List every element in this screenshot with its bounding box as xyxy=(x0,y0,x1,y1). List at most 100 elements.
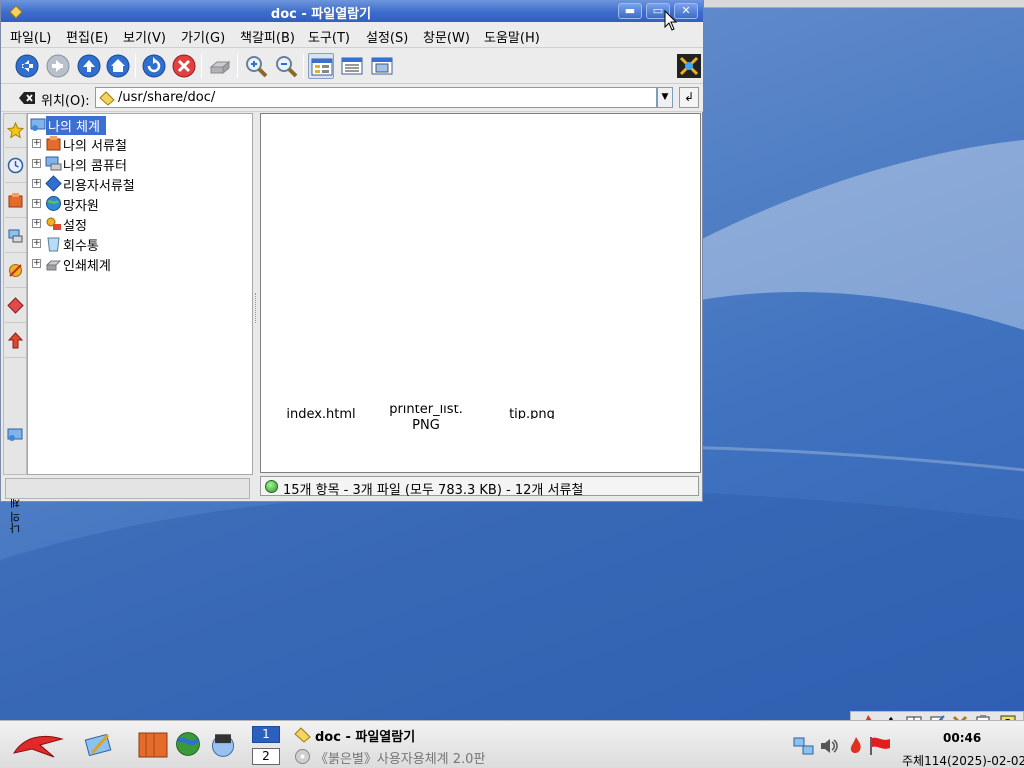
date: 주체114(2025)-02-02 xyxy=(902,754,1024,768)
start-menu-button[interactable] xyxy=(10,727,66,761)
minimize-button[interactable]: ▬ xyxy=(618,3,642,19)
disc-icon xyxy=(295,749,310,764)
go-button[interactable]: ↲ xyxy=(679,87,699,108)
clear-location-icon[interactable] xyxy=(18,90,36,106)
tree-item-label: 나의 서류철 xyxy=(63,139,127,154)
preview-icon[interactable] xyxy=(369,53,395,79)
tree-root-label: 나의 체계 xyxy=(46,116,106,135)
web-browser-icon[interactable] xyxy=(173,727,203,761)
network-globe-icon xyxy=(46,196,61,211)
trash-icon xyxy=(47,237,60,252)
menu-tools[interactable]: 도구(T) xyxy=(308,27,350,46)
volume-icon[interactable] xyxy=(818,735,840,757)
sidebar-tab-services[interactable] xyxy=(5,254,26,288)
expand-icon[interactable]: + xyxy=(32,239,41,248)
documents-icon xyxy=(46,136,61,151)
location-bar: 위치(O): /usr/share/doc/ ▼ ↲ xyxy=(1,84,703,112)
tree-item-label: 회수통 xyxy=(63,239,99,254)
toolbar-separator xyxy=(201,54,202,78)
network-status-icon[interactable] xyxy=(793,735,815,757)
folder-icon xyxy=(99,91,115,106)
reload-icon[interactable] xyxy=(141,53,167,79)
menu-file[interactable]: 파일(L) xyxy=(10,27,51,46)
status-led-icon xyxy=(265,480,278,493)
home-icon[interactable] xyxy=(105,53,131,79)
expand-icon[interactable]: + xyxy=(32,179,41,188)
window-title: doc - 파일열람기 xyxy=(270,7,372,22)
user-folder-icon xyxy=(45,175,62,192)
folder-tree: 나의 체계 + 나의 서류철 + 나의 콤퓨터 + 리용자서류철 + 망자원 +… xyxy=(27,113,253,475)
title-bar[interactable]: doc - 파일열람기 ▬ ▭ ✕ xyxy=(1,0,703,22)
sidebar-tab-history[interactable] xyxy=(5,149,26,183)
tree-item-label: 망자원 xyxy=(63,199,99,214)
home-folder-icon xyxy=(8,193,23,208)
sidebar-tab-misc[interactable] xyxy=(5,324,26,358)
clock[interactable]: 00:46 xyxy=(943,731,981,745)
arrow-icon xyxy=(7,332,24,349)
file-view[interactable]: index.html printer_list. PNG tip.png xyxy=(260,113,701,473)
file-printer-list-png[interactable]: printer_list. PNG xyxy=(376,405,476,434)
location-input[interactable]: /usr/share/doc/ xyxy=(95,87,657,108)
services-icon xyxy=(9,264,22,277)
up-icon[interactable] xyxy=(76,53,102,79)
desktop-2-button[interactable]: 2 xyxy=(252,748,280,765)
menu-window[interactable]: 창문(W) xyxy=(423,27,470,46)
file-index-html[interactable]: index.html xyxy=(271,407,371,419)
file-tip-png[interactable]: tip.png xyxy=(482,407,582,419)
sidebar-tabs: 나의 체계 xyxy=(3,113,27,534)
menu-bar: 파일(L) 편집(E) 보기(V) 가기(G) 책갈피(B) 도구(T) 설정(… xyxy=(1,22,703,48)
expand-icon[interactable]: + xyxy=(32,259,41,268)
menu-settings[interactable]: 설정(S) xyxy=(366,27,408,46)
printer-icon xyxy=(45,260,62,271)
print-icon[interactable] xyxy=(207,53,233,79)
throbber-icon xyxy=(676,53,702,79)
toolbar xyxy=(1,48,703,84)
flame-tray-icon[interactable] xyxy=(845,735,867,757)
tree-item-label: 나의 콤퓨터 xyxy=(63,159,127,174)
zoom-in-icon[interactable] xyxy=(243,53,269,79)
pane-splitter[interactable] xyxy=(253,113,259,499)
detail-view-icon[interactable] xyxy=(339,53,365,79)
menu-view[interactable]: 보기(V) xyxy=(123,27,166,46)
menu-go[interactable]: 가기(G) xyxy=(181,27,225,46)
bookmark-star-icon xyxy=(7,122,24,139)
expand-icon[interactable]: + xyxy=(32,139,41,148)
network-icon xyxy=(8,229,23,243)
file-manager-icon[interactable] xyxy=(136,727,170,761)
sidebar-tab-tags[interactable] xyxy=(5,289,26,323)
location-value: /usr/share/doc/ xyxy=(118,90,216,105)
forward-icon[interactable] xyxy=(45,53,71,79)
stop-icon[interactable] xyxy=(171,53,197,79)
menu-bookmarks[interactable]: 책갈피(B) xyxy=(240,27,295,46)
sidebar-tab-home[interactable] xyxy=(5,184,26,218)
history-icon xyxy=(7,157,24,174)
file-browser-window: doc - 파일열람기 ▬ ▭ ✕ 파일(L) 편집(E) 보기(V) 가기(G… xyxy=(0,0,703,534)
icon-view-icon[interactable] xyxy=(308,53,334,79)
toolbar-separator xyxy=(303,54,304,78)
task-system-info[interactable]: 《붉은별》사용자용체계 2.0판 xyxy=(292,747,592,767)
sidebar-tab-bookmarks[interactable] xyxy=(5,114,26,148)
sidebar-tab-network[interactable] xyxy=(5,219,26,253)
task-label: 《붉은별》사용자용체계 2.0판 xyxy=(315,752,486,767)
menu-help[interactable]: 도움말(H) xyxy=(484,27,540,46)
menu-edit[interactable]: 편집(E) xyxy=(66,27,108,46)
tree-item-label: 설정 xyxy=(63,219,87,234)
desktop-settings-icon[interactable] xyxy=(82,727,116,761)
zoom-out-icon[interactable] xyxy=(273,53,299,79)
file-name: printer_list. xyxy=(389,405,463,417)
file-name: tip.png xyxy=(509,407,555,419)
expand-icon[interactable]: + xyxy=(32,199,41,208)
expand-icon[interactable]: + xyxy=(32,219,41,228)
desktop-1-button[interactable]: 1 xyxy=(252,726,280,743)
settings-icon xyxy=(46,217,61,230)
my-system-icon[interactable] xyxy=(7,426,24,443)
task-file-browser[interactable]: doc - 파일열람기 xyxy=(292,725,592,745)
tag-icon xyxy=(7,297,24,314)
location-dropdown-button[interactable]: ▼ xyxy=(657,87,673,108)
expand-icon[interactable]: + xyxy=(32,159,41,168)
my-system-icon xyxy=(30,118,46,131)
back-icon[interactable] xyxy=(14,53,40,79)
toolbar-separator xyxy=(135,54,136,78)
flag-icon[interactable] xyxy=(868,735,892,757)
media-player-icon[interactable] xyxy=(208,727,238,761)
